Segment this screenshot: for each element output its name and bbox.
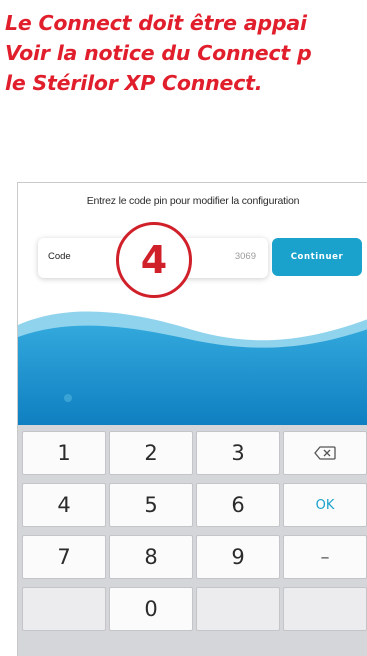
backspace-icon (314, 446, 336, 460)
code-value: 3069 (234, 251, 256, 262)
key-0[interactable]: 0 (109, 587, 193, 631)
key-empty-mid (196, 587, 280, 631)
continue-button[interactable]: Continuer (272, 238, 362, 276)
step-marker: 4 (116, 222, 192, 298)
key-4[interactable]: 4 (22, 483, 106, 527)
key-empty-right (283, 587, 367, 631)
heading-line-3: le Stérilor XP Connect. (5, 71, 263, 95)
key-backspace[interactable] (283, 431, 367, 475)
key-empty-left (22, 587, 106, 631)
key-1[interactable]: 1 (22, 431, 106, 475)
pin-instruction: Entrez le code pin pour modifier la conf… (86, 195, 300, 207)
key-9[interactable]: 9 (196, 535, 280, 579)
key-ok[interactable]: OK (283, 483, 367, 527)
key-6[interactable]: 6 (196, 483, 280, 527)
key-8[interactable]: 8 (109, 535, 193, 579)
heading: Le Connect doit être appai Voir la notic… (5, 8, 367, 98)
key-7[interactable]: 7 (22, 535, 106, 579)
heading-line-1: Le Connect doit être appai (5, 11, 307, 35)
step-number: 4 (140, 238, 168, 282)
wave-background (18, 311, 367, 425)
key-minus[interactable]: – (283, 535, 367, 579)
key-5[interactable]: 5 (109, 483, 193, 527)
phone-screen: Entrez le code pin pour modifier la conf… (17, 182, 367, 656)
page-indicator-dot (64, 394, 72, 402)
code-label: Code (48, 251, 71, 262)
key-3[interactable]: 3 (196, 431, 280, 475)
key-2[interactable]: 2 (109, 431, 193, 475)
heading-line-2: Voir la notice du Connect p (5, 41, 312, 65)
numeric-keypad: 1 2 3 4 5 6 OK 7 8 9 – 0 (18, 425, 367, 656)
